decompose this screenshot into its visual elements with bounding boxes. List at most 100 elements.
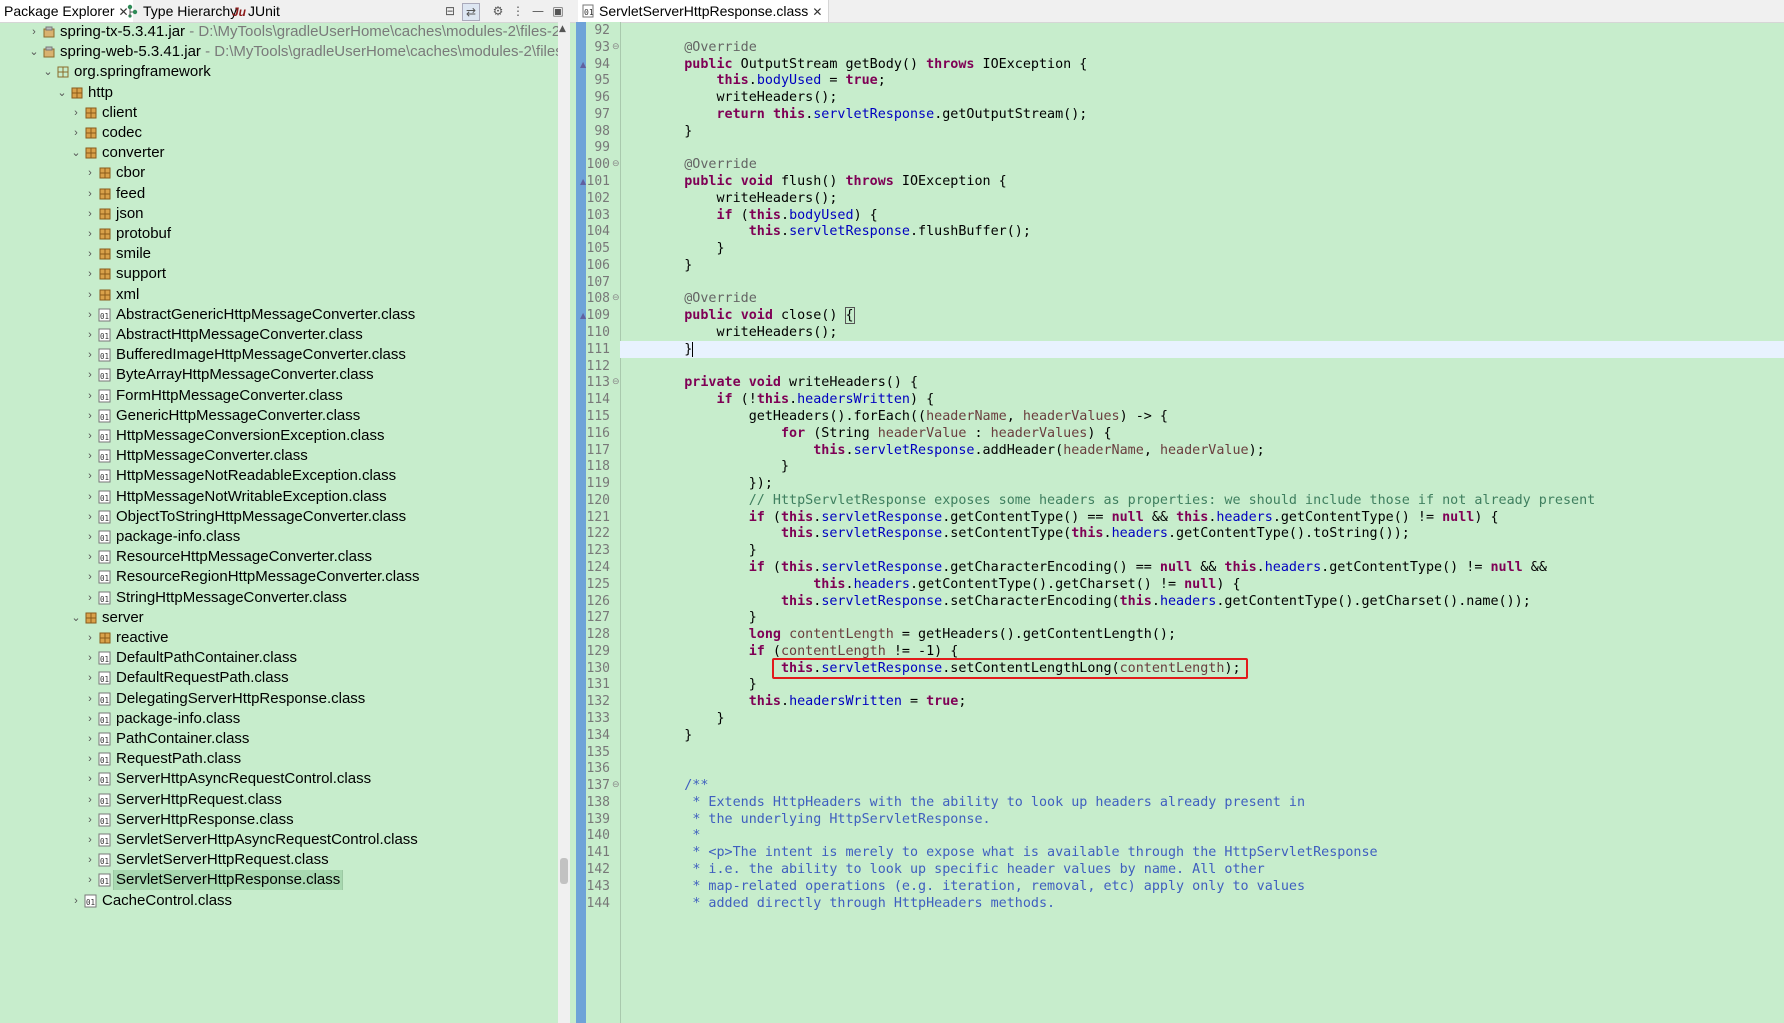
chevron-right-icon[interactable]: › bbox=[84, 224, 96, 244]
code-line[interactable]: } bbox=[652, 240, 724, 257]
chevron-right-icon[interactable]: › bbox=[84, 264, 96, 284]
code-line[interactable]: public OutputStream getBody() throws IOE… bbox=[652, 56, 1087, 73]
code-line[interactable]: if (!this.headersWritten) { bbox=[652, 391, 935, 408]
code-line[interactable]: * Extends HttpHeaders with the ability t… bbox=[652, 794, 1305, 811]
tab-package-explorer[interactable]: Package Explorer ✕ bbox=[0, 0, 133, 22]
code-line[interactable]: long contentLength = getHeaders().getCon… bbox=[652, 626, 1176, 643]
chevron-right-icon[interactable]: › bbox=[84, 507, 96, 527]
code-area[interactable]: @Override public OutputStream getBody() … bbox=[620, 22, 1784, 1023]
code-line[interactable]: public void flush() throws IOException { bbox=[652, 173, 1007, 190]
code-line[interactable]: writeHeaders(); bbox=[652, 324, 837, 341]
code-line[interactable]: } bbox=[652, 458, 789, 475]
tree-item[interactable]: › 01 HttpMessageNotWritableException.class bbox=[0, 487, 558, 507]
tree-item[interactable]: › 01 CacheControl.class bbox=[0, 891, 558, 911]
code-line[interactable]: private void writeHeaders() { bbox=[652, 374, 918, 391]
chevron-right-icon[interactable]: › bbox=[84, 325, 96, 345]
tree-item[interactable]: ⌄ server bbox=[0, 608, 558, 628]
tree-item[interactable]: › smile bbox=[0, 244, 558, 264]
tree-item[interactable]: › 01 ServletServerHttpAsyncRequestControl.… bbox=[0, 830, 558, 850]
code-line[interactable]: } bbox=[652, 257, 692, 274]
code-line[interactable]: if (this.servletResponse.getCharacterEnc… bbox=[652, 559, 1547, 576]
tree-scrollbar[interactable]: ▲ bbox=[558, 22, 570, 1023]
code-line[interactable]: } bbox=[652, 727, 692, 744]
chevron-right-icon[interactable]: › bbox=[84, 184, 96, 204]
chevron-right-icon[interactable]: › bbox=[84, 285, 96, 305]
code-line[interactable]: this.bodyUsed = true; bbox=[652, 72, 886, 89]
chevron-right-icon[interactable]: › bbox=[84, 729, 96, 749]
tree-item[interactable]: › feed bbox=[0, 184, 558, 204]
chevron-down-icon[interactable]: ⌄ bbox=[70, 608, 82, 628]
chevron-right-icon[interactable]: › bbox=[84, 588, 96, 608]
tree-item[interactable]: › support bbox=[0, 264, 558, 284]
tree-item[interactable]: › protobuf bbox=[0, 224, 558, 244]
chevron-right-icon[interactable]: › bbox=[84, 527, 96, 547]
chevron-right-icon[interactable]: › bbox=[84, 547, 96, 567]
code-line[interactable]: * the underlying HttpServletResponse. bbox=[652, 811, 990, 828]
chevron-right-icon[interactable]: › bbox=[84, 567, 96, 587]
tree-item[interactable]: › 01 ServerHttpRequest.class bbox=[0, 790, 558, 810]
tree-item[interactable]: › 01 GenericHttpMessageConverter.class bbox=[0, 406, 558, 426]
tree-item[interactable]: › 01 package-info.class bbox=[0, 527, 558, 547]
tree-item[interactable]: › client bbox=[0, 103, 558, 123]
chevron-right-icon[interactable]: › bbox=[84, 426, 96, 446]
code-line[interactable]: this.servletResponse.setContentType(this… bbox=[652, 525, 1410, 542]
chevron-down-icon[interactable]: ⌄ bbox=[56, 83, 68, 103]
collapse-all-icon[interactable]: ⊟ bbox=[442, 3, 458, 19]
chevron-right-icon[interactable]: › bbox=[84, 749, 96, 769]
code-line[interactable]: } bbox=[652, 710, 724, 727]
chevron-right-icon[interactable]: › bbox=[84, 446, 96, 466]
tree-item[interactable]: ⌄ spring-web-5.3.41.jar - D:\MyTools\grad… bbox=[0, 42, 558, 62]
tree-item[interactable]: ⌄ converter bbox=[0, 143, 558, 163]
tree-item[interactable]: › 01 package-info.class bbox=[0, 709, 558, 729]
code-line[interactable]: // HttpServletResponse exposes some head… bbox=[652, 492, 1596, 509]
chevron-right-icon[interactable]: › bbox=[84, 487, 96, 507]
code-line[interactable]: return this.servletResponse.getOutputStr… bbox=[652, 106, 1088, 123]
chevron-right-icon[interactable]: › bbox=[84, 709, 96, 729]
code-line[interactable]: for (String headerValue : headerValues) … bbox=[652, 425, 1112, 442]
tree-item[interactable]: › 01 ByteArrayHttpMessageConverter.class bbox=[0, 365, 558, 385]
chevron-right-icon[interactable]: › bbox=[28, 22, 40, 42]
chevron-right-icon[interactable]: › bbox=[84, 689, 96, 709]
fold-toggle-icon[interactable]: ⊖ bbox=[612, 156, 620, 173]
tree-item[interactable]: › 01 AbstractGenericHttpMessageConverter.c… bbox=[0, 305, 558, 325]
scrollbar-thumb[interactable] bbox=[560, 858, 568, 884]
code-line[interactable]: } bbox=[652, 341, 694, 358]
chevron-right-icon[interactable]: › bbox=[84, 810, 96, 830]
code-line[interactable]: this.headersWritten = true; bbox=[652, 693, 967, 710]
tab-junit[interactable]: Ju JUnit bbox=[232, 3, 280, 19]
tree-item[interactable]: › 01 DefaultPathContainer.class bbox=[0, 648, 558, 668]
chevron-right-icon[interactable]: › bbox=[84, 790, 96, 810]
code-line[interactable]: getHeaders().forEach((headerName, header… bbox=[652, 408, 1168, 425]
code-line[interactable]: public void close() { bbox=[652, 307, 855, 325]
tree-item[interactable]: › reactive bbox=[0, 628, 558, 648]
tree-item[interactable]: › 01 StringHttpMessageConverter.class bbox=[0, 588, 558, 608]
code-line[interactable]: } bbox=[652, 609, 757, 626]
tree-item[interactable]: › 01 DefaultRequestPath.class bbox=[0, 668, 558, 688]
code-line[interactable]: * map-related operations (e.g. iteration… bbox=[652, 878, 1305, 895]
tree-item[interactable]: › 01 DelegatingServerHttpResponse.class bbox=[0, 689, 558, 709]
tree-item[interactable]: › spring-tx-5.3.41.jar - D:\MyTools\gradl… bbox=[0, 22, 558, 42]
chevron-right-icon[interactable]: › bbox=[84, 850, 96, 870]
chevron-right-icon[interactable]: › bbox=[84, 365, 96, 385]
tree-item[interactable]: › 01 PathContainer.class bbox=[0, 729, 558, 749]
code-line[interactable]: } bbox=[652, 676, 757, 693]
editor-tab-servletserverhttpresponse[interactable]: 01 ServletServerHttpResponse.class ✕ bbox=[578, 0, 830, 22]
tree-item[interactable]: ⌄ http bbox=[0, 83, 558, 103]
code-line[interactable]: * bbox=[652, 827, 700, 844]
code-line[interactable]: @Override bbox=[652, 290, 757, 307]
code-line[interactable]: /** bbox=[652, 777, 708, 794]
code-line[interactable]: this.servletResponse.addHeader(headerNam… bbox=[652, 442, 1265, 459]
code-line[interactable]: if (this.bodyUsed) { bbox=[652, 207, 878, 224]
code-line[interactable]: * <p>The intent is merely to expose what… bbox=[652, 844, 1377, 861]
code-line[interactable]: }); bbox=[652, 475, 773, 492]
chevron-right-icon[interactable]: › bbox=[84, 386, 96, 406]
fold-toggle-icon[interactable]: ⊖ bbox=[612, 374, 620, 391]
tree-item[interactable]: › 01 ObjectToStringHttpMessageConverter.cl… bbox=[0, 507, 558, 527]
code-line[interactable]: * i.e. the ability to look up specific h… bbox=[652, 861, 1264, 878]
chevron-right-icon[interactable]: › bbox=[84, 204, 96, 224]
tree-item[interactable]: › 01 FormHttpMessageConverter.class bbox=[0, 386, 558, 406]
code-line[interactable]: @Override bbox=[652, 156, 757, 173]
tab-type-hierarchy[interactable]: Type Hierarchy bbox=[126, 3, 237, 19]
close-icon[interactable]: ✕ bbox=[812, 5, 822, 19]
code-line[interactable]: this.servletResponse.flushBuffer(); bbox=[652, 223, 1031, 240]
